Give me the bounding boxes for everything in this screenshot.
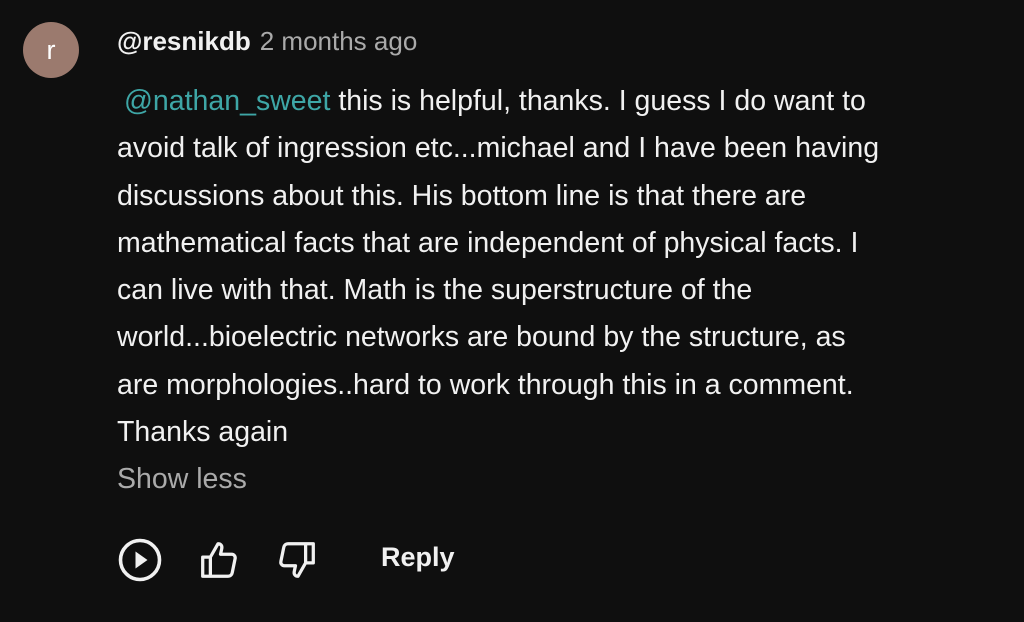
thumbs-down-icon — [279, 542, 315, 578]
reply-button[interactable]: Reply — [381, 542, 455, 573]
comment-text: @nathan_sweet this is helpful, thanks. I… — [117, 78, 1007, 456]
comment-line: avoid talk of ingression etc...michael a… — [117, 132, 880, 165]
comment-line: Thanks again — [117, 416, 289, 449]
comment-line: @nathan_sweet this is helpful, thanks. I… — [117, 78, 1007, 125]
comment-line: world...bioelectric networks are bound b… — [117, 321, 846, 354]
comment-thread: r @resnikdb 2 months ago @nathan_sweet t… — [0, 0, 1024, 622]
dislike-button[interactable] — [271, 534, 323, 586]
thumbs-up-icon — [201, 542, 237, 578]
author-name[interactable]: @resnikdb — [117, 26, 251, 57]
comment-line-text: this is helpful, thanks. I guess I do wa… — [338, 85, 866, 117]
comment-line: can live with that. Math is the superstr… — [117, 274, 753, 307]
avatar[interactable]: r — [23, 22, 79, 78]
like-button[interactable] — [193, 534, 245, 586]
play-button[interactable] — [114, 534, 166, 586]
avatar-initial: r — [46, 34, 56, 65]
comment-timestamp[interactable]: 2 months ago — [260, 26, 418, 57]
comment-line: discussions about this. His bottom line … — [117, 179, 807, 212]
comment-header: @resnikdb 2 months ago — [117, 26, 417, 57]
mention-link[interactable]: @nathan_sweet — [124, 85, 330, 117]
comment-line: are morphologies..hard to work through t… — [117, 368, 854, 401]
comment-line: mathematical facts that are independent … — [117, 226, 859, 259]
show-less-button[interactable]: Show less — [117, 463, 247, 496]
play-circle-icon — [118, 538, 162, 582]
